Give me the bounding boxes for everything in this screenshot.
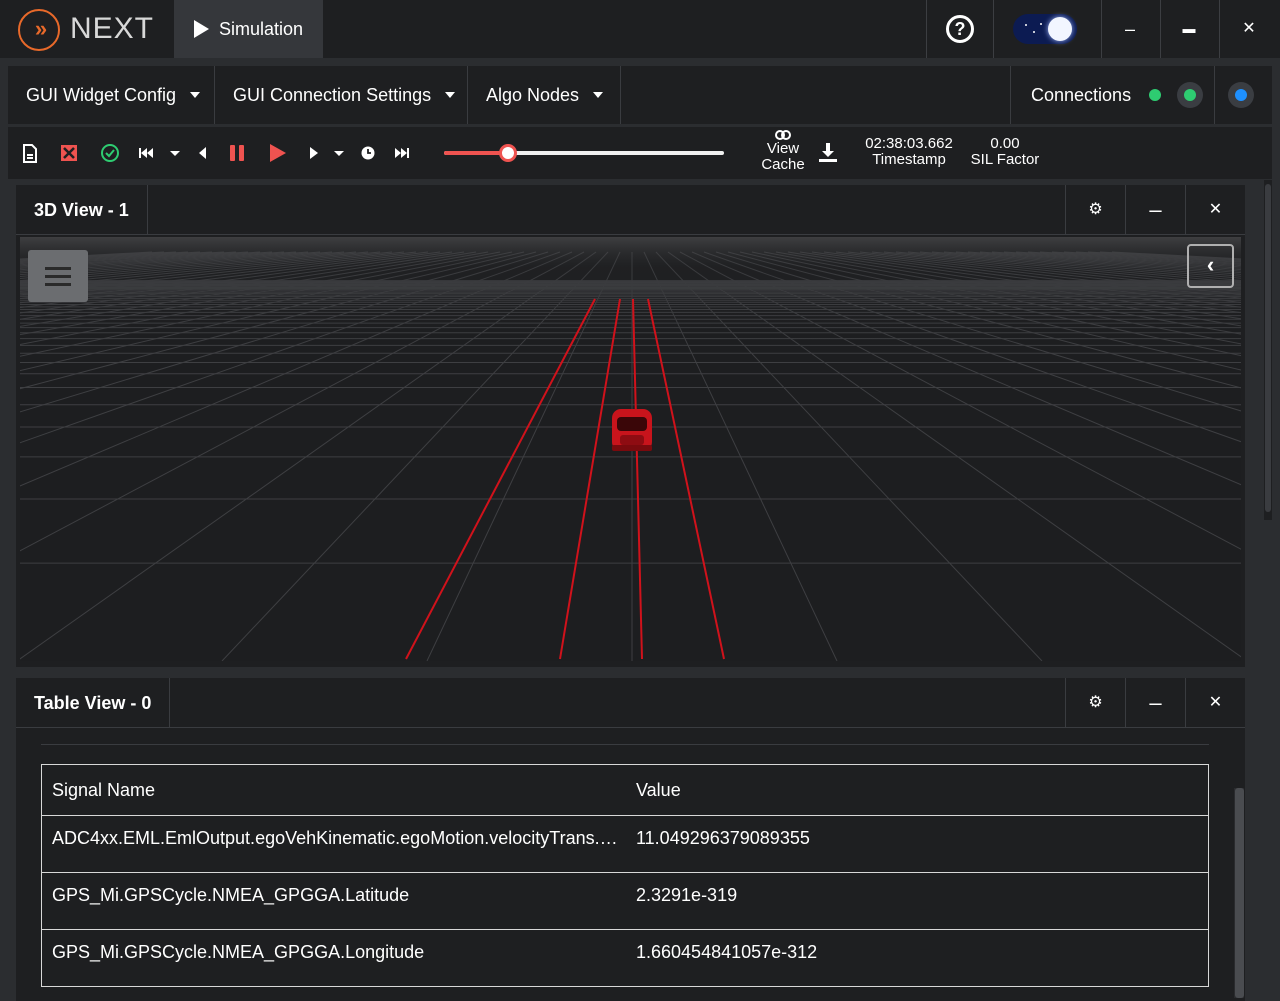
file-icon[interactable]	[22, 141, 38, 165]
timestamp-display: 02:38:03.662 Timestamp	[854, 136, 964, 168]
caret-down-icon	[190, 92, 201, 98]
view-cache-label-1: View	[766, 140, 800, 157]
theme-toggle[interactable]	[1013, 14, 1077, 44]
signal-value-cell: 11.049296379089355	[636, 828, 810, 848]
check-circle-icon[interactable]	[100, 141, 120, 165]
signal-table: Signal Name Value ADC4xx.EML.EmlOutput.e…	[41, 764, 1209, 987]
sil-factor-display: 0.00 SIL Factor	[964, 136, 1046, 168]
minimize-panel-button[interactable]: –	[1125, 678, 1185, 728]
signal-value-cell: 1.660454841057e-312	[636, 942, 818, 962]
caret-down-icon	[445, 92, 456, 98]
connection-status-blue[interactable]	[1214, 66, 1272, 124]
menu-bar: GUI Widget Config GUI Connection Setting…	[8, 66, 1272, 124]
timestamp-value: 02:38:03.662	[865, 135, 953, 152]
caret-down-icon	[593, 92, 604, 98]
moon-icon	[1048, 17, 1072, 41]
table-row[interactable]: GPS_Mi.GPSCycle.NMEA_GPGGA.Latitude 2.32…	[42, 872, 1208, 929]
menu-label: GUI Widget Config	[26, 84, 177, 105]
title-bar: » NEXT Simulation ? – ▬ ✕	[0, 0, 1280, 58]
3d-scene	[20, 237, 1241, 661]
menu-gui-connection-settings[interactable]: GUI Connection Settings	[215, 66, 468, 124]
pause-icon[interactable]	[228, 141, 246, 165]
playback-slider[interactable]	[444, 144, 724, 162]
logo-icon: »	[18, 9, 60, 51]
page-scrollbar[interactable]	[1264, 180, 1272, 520]
connection-status-icon	[1149, 89, 1161, 101]
menu-gui-widget-config[interactable]: GUI Widget Config	[8, 66, 215, 124]
panel-header: Table View - 0 ⚙ – ✕	[16, 678, 1245, 728]
signal-name-cell: ADC4xx.EML.EmlOutput.egoVehKinematic.ego…	[52, 828, 624, 848]
close-window-button[interactable]: ✕	[1236, 16, 1262, 42]
ego-vehicle-icon	[612, 409, 652, 451]
skip-end-icon[interactable]	[394, 141, 410, 165]
maximize-window-button[interactable]: ▬	[1176, 16, 1202, 42]
minimize-panel-button[interactable]: –	[1125, 185, 1185, 235]
table-scrollbar[interactable]	[1234, 788, 1244, 998]
timestamp-label: Timestamp	[872, 151, 946, 168]
step-back-icon[interactable]	[196, 141, 208, 165]
close-panel-button[interactable]: ✕	[1185, 185, 1245, 235]
disconnect-icon[interactable]	[58, 141, 80, 165]
play-icon[interactable]	[268, 141, 288, 165]
column-header-signal-name[interactable]: Signal Name	[52, 765, 624, 815]
chevron-left-icon[interactable]: ‹	[1187, 244, 1234, 288]
settings-gear-icon[interactable]: ⚙	[1065, 185, 1125, 235]
clock-icon[interactable]	[360, 141, 376, 165]
panel-3d-view: 3D View - 1 ⚙ – ✕ ‹	[16, 185, 1245, 667]
sil-factor-value: 0.00	[990, 135, 1020, 152]
playback-toolbar: View Cache 02:38:03.662 Timestamp 0.00 S…	[8, 127, 1272, 179]
hamburger-menu-icon[interactable]	[28, 250, 88, 302]
chevron-down-icon[interactable]	[333, 141, 345, 165]
tab-simulation-label: Simulation	[219, 18, 304, 39]
view-cache-button[interactable]: View Cache	[758, 129, 808, 173]
view-cache-label-2: Cache	[761, 156, 805, 173]
table-row[interactable]: ADC4xx.EML.EmlOutput.egoVehKinematic.ego…	[42, 815, 1208, 872]
panel-table-view: Table View - 0 ⚙ – ✕ Signal Name Value A…	[16, 678, 1245, 1001]
menu-label: GUI Connection Settings	[233, 84, 432, 105]
download-icon[interactable]	[818, 141, 838, 163]
connections-status[interactable]: Connections	[1010, 66, 1220, 124]
step-forward-icon[interactable]	[308, 141, 320, 165]
sil-factor-label: SIL Factor	[970, 151, 1040, 168]
connection-status-icon	[1177, 82, 1203, 108]
connection-status-icon	[1228, 82, 1254, 108]
3d-viewport[interactable]: ‹	[20, 237, 1241, 661]
playback-slider-handle[interactable]	[499, 144, 518, 162]
signal-name-cell: GPS_Mi.GPSCycle.NMEA_GPGGA.Longitude	[52, 942, 425, 962]
settings-gear-icon[interactable]: ⚙	[1065, 678, 1125, 728]
signal-name-cell: GPS_Mi.GPSCycle.NMEA_GPGGA.Latitude	[52, 885, 410, 905]
chevron-down-icon[interactable]	[169, 141, 181, 165]
menu-algo-nodes[interactable]: Algo Nodes	[468, 66, 621, 124]
play-icon	[194, 20, 209, 38]
connections-label: Connections	[1031, 85, 1132, 105]
table-row[interactable]: GPS_Mi.GPSCycle.NMEA_GPGGA.Longitude 1.6…	[42, 929, 1208, 986]
skip-start-icon[interactable]	[138, 141, 154, 165]
menu-label: Algo Nodes	[486, 84, 580, 105]
column-header-value[interactable]: Value	[636, 765, 1196, 815]
brand-name: NEXT	[70, 12, 155, 45]
help-icon[interactable]: ?	[946, 15, 974, 43]
panel-title: Table View - 0	[16, 678, 171, 728]
tab-simulation[interactable]: Simulation	[174, 0, 323, 58]
minimize-window-button[interactable]: –	[1117, 16, 1143, 42]
panel-title: 3D View - 1	[16, 185, 148, 235]
panel-header: 3D View - 1 ⚙ – ✕	[16, 185, 1245, 235]
close-panel-button[interactable]: ✕	[1185, 678, 1245, 728]
signal-value-cell: 2.3291e-319	[636, 885, 738, 905]
table-header-row: Signal Name Value	[42, 765, 1208, 815]
